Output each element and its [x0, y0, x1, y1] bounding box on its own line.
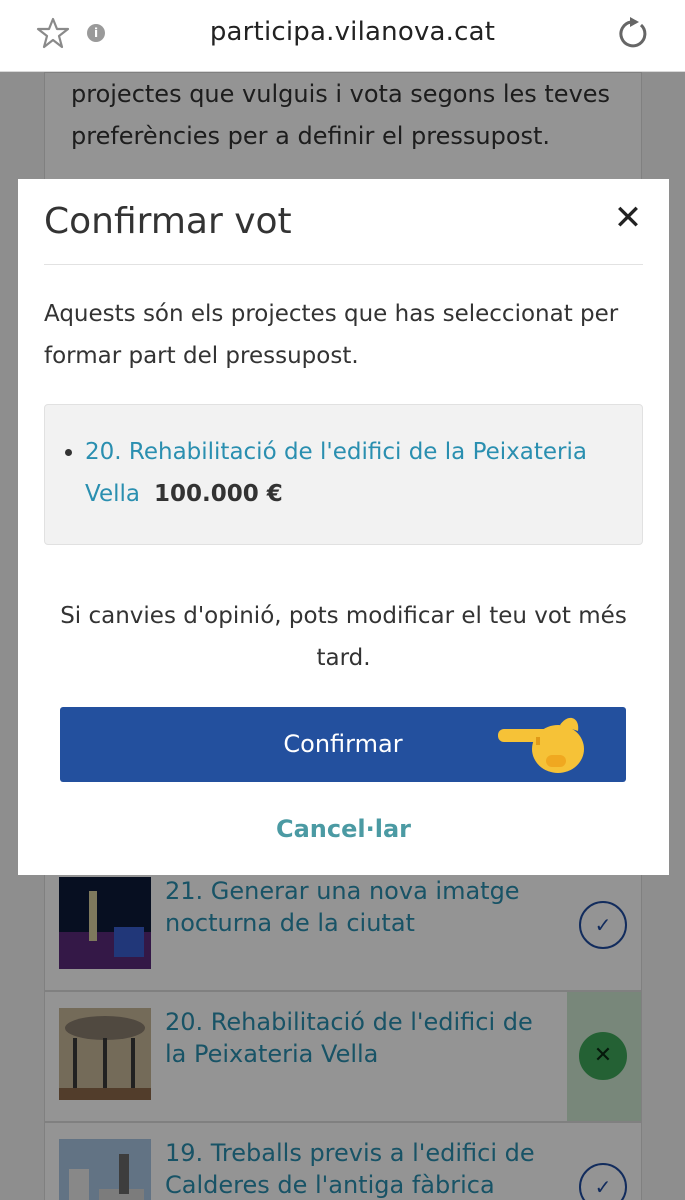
selected-projects-list: 20. Rehabilitació de l'edifici de la Pei… — [65, 431, 612, 515]
browser-url-bar: i participa.vilanova.cat — [0, 0, 685, 72]
close-icon[interactable]: ✕ — [611, 201, 645, 235]
star-icon[interactable] — [36, 16, 70, 50]
modal-title: Confirmar vot — [44, 201, 292, 242]
confirm-vote-modal: Confirmar vot ✕ Aquests són els projecte… — [18, 179, 669, 875]
modal-note: Si canvies d'opinió, pots modificar el t… — [60, 603, 627, 671]
modal-divider — [44, 264, 643, 265]
selected-project-item: 20. Rehabilitació de l'edifici de la Pei… — [65, 431, 612, 515]
selected-project-amount: 100.000 € — [153, 481, 283, 507]
pointing-hand-icon — [498, 717, 584, 773]
reload-icon[interactable] — [612, 15, 650, 53]
selected-projects-box: 20. Rehabilitació de l'edifici de la Pei… — [44, 404, 643, 545]
url-text[interactable]: participa.vilanova.cat — [160, 17, 545, 47]
cancel-button[interactable]: Cancel·lar — [18, 815, 669, 843]
modal-description: Aquests són els projectes que has selecc… — [44, 301, 619, 369]
info-icon[interactable]: i — [87, 24, 105, 42]
